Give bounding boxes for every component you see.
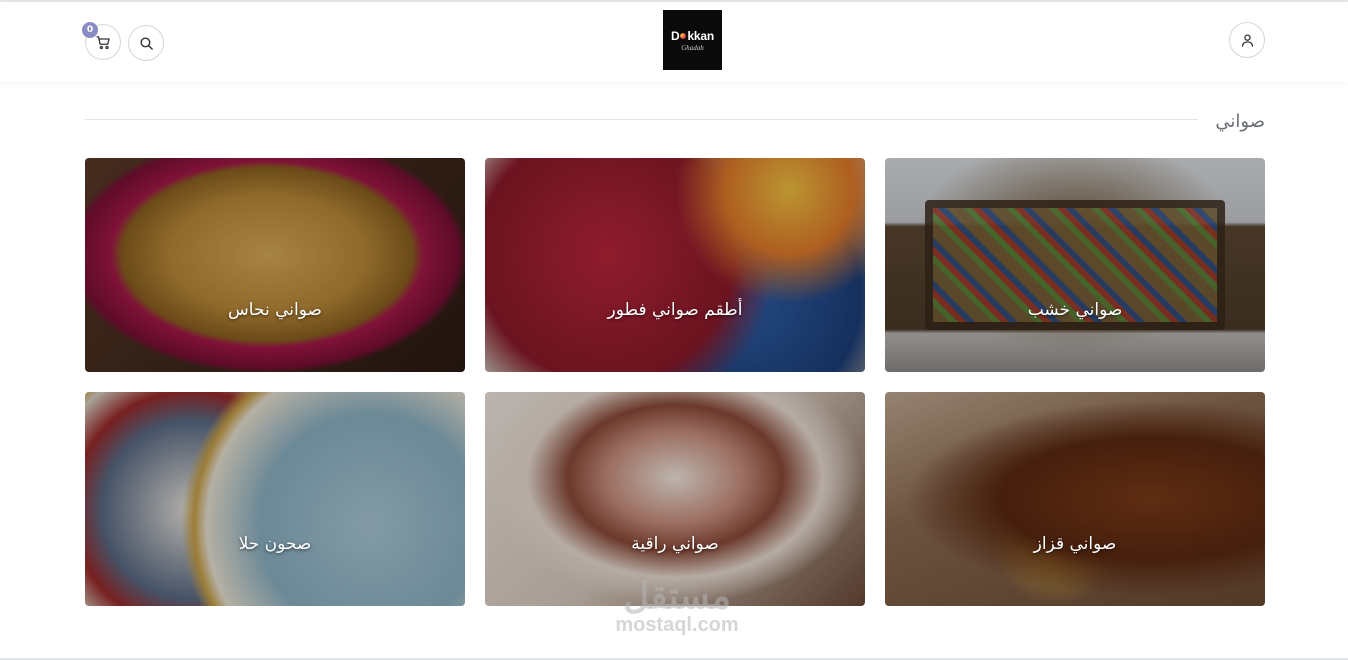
watermark-latin: mostaql.com: [615, 614, 739, 636]
category-card-dessert-plates[interactable]: صحون حلا: [85, 392, 465, 606]
cart-button[interactable]: 0: [82, 22, 121, 60]
account-button[interactable]: [1229, 22, 1265, 58]
site-header: 0 Dkkan Ghadah: [0, 2, 1348, 82]
logo-wordmark: Dkkan: [670, 28, 715, 43]
watermark-arabic: مستقل: [623, 575, 731, 616]
user-icon: [1241, 33, 1253, 47]
category-label: صواني راقية: [631, 534, 719, 554]
logo-dot-icon: [680, 33, 687, 40]
cart-count-badge: 0: [82, 22, 98, 38]
category-label: صواني قزاز: [1033, 534, 1117, 554]
category-card-breakfast-sets[interactable]: أطقم صواني فطور: [485, 158, 865, 372]
category-card-copper-trays[interactable]: صواني نحاس: [85, 158, 465, 372]
cart-icon: [95, 35, 110, 49]
category-card-glass-trays[interactable]: صواني قزاز: [885, 392, 1265, 606]
section-divider: [85, 119, 1198, 120]
category-card-wood-trays[interactable]: صواني خشب: [885, 158, 1265, 372]
category-label: صواني خشب: [1027, 300, 1123, 320]
section-title: صواني: [1215, 111, 1265, 132]
search-icon: [139, 36, 153, 50]
category-card-elegant-trays[interactable]: صواني راقية: [485, 392, 865, 606]
watermark: مستقل mostaql.com: [592, 575, 762, 637]
category-label: صواني نحاس: [228, 300, 322, 320]
logo-subtitle: Ghadah: [681, 43, 704, 52]
site-logo[interactable]: Dkkan Ghadah: [663, 10, 722, 70]
search-button[interactable]: [128, 25, 164, 61]
category-label: صحون حلا: [238, 534, 312, 554]
category-label: أطقم صواني فطور: [607, 300, 743, 320]
